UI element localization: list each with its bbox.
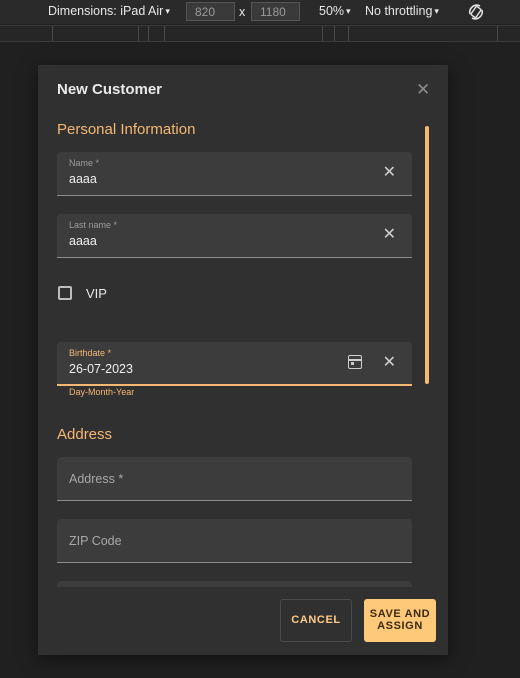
birthdate-hint: Day-Month-Year: [69, 387, 135, 397]
device-dimensions-dropdown[interactable]: Dimensions: iPad Air ▾: [48, 4, 170, 18]
new-customer-dialog: New Customer ✕ Personal Information Name…: [38, 65, 448, 655]
dialog-title: New Customer: [57, 81, 163, 98]
throttling-label: No throttling: [365, 4, 433, 18]
chevron-down-icon: ▾: [346, 6, 351, 16]
calendar-icon[interactable]: [348, 355, 362, 369]
height-input[interactable]: 1180: [251, 2, 300, 21]
name-label: Name *: [69, 158, 100, 168]
birthdate-label: Birthdate *: [69, 348, 112, 358]
scrollbar-thumb[interactable]: [425, 126, 429, 384]
address-placeholder: Address *: [69, 472, 124, 486]
clear-icon[interactable]: ✕: [383, 163, 396, 183]
cancel-button[interactable]: CANCEL: [280, 599, 352, 642]
save-and-assign-button[interactable]: SAVE AND ASSIGN: [364, 599, 436, 642]
save-label-line1: SAVE AND: [369, 608, 431, 620]
dimensions-label: Dimensions: iPad Air: [48, 4, 164, 18]
clear-icon[interactable]: ✕: [383, 225, 396, 245]
address-field[interactable]: Address *: [57, 457, 412, 501]
times-symbol: x: [239, 5, 246, 19]
address-heading: Address: [57, 426, 113, 443]
last-name-value[interactable]: aaaa: [69, 234, 97, 248]
devtools-toolbar: Dimensions: iPad Air ▾ 820 x 1180 50% ▾ No…: [0, 0, 520, 24]
save-label-line2: ASSIGN: [377, 620, 423, 632]
personal-information-heading: Personal Information: [57, 121, 196, 138]
throttling-dropdown[interactable]: No throttling ▾: [365, 4, 439, 18]
name-value[interactable]: aaaa: [69, 172, 97, 186]
chevron-down-icon: ▾: [165, 6, 170, 16]
width-input[interactable]: 820: [186, 2, 235, 21]
rotate-icon[interactable]: [466, 2, 486, 22]
device-ruler: [0, 25, 520, 42]
next-field-partial: [57, 581, 412, 587]
chevron-down-icon: ▾: [434, 6, 439, 16]
zoom-label: 50%: [319, 4, 345, 18]
close-icon[interactable]: ✕: [416, 80, 430, 100]
zip-code-field[interactable]: ZIP Code: [57, 519, 412, 563]
vip-checkbox[interactable]: [58, 286, 72, 300]
birthdate-value[interactable]: 26-07-2023: [69, 362, 133, 376]
birthdate-field[interactable]: Birthdate * 26-07-2023 ✕: [57, 342, 412, 386]
zoom-dropdown[interactable]: 50% ▾: [319, 4, 351, 18]
clear-icon[interactable]: ✕: [383, 353, 396, 373]
name-field[interactable]: Name * aaaa ✕: [57, 152, 412, 196]
vip-label: VIP: [86, 286, 107, 301]
last-name-label: Last name *: [69, 220, 118, 230]
last-name-field[interactable]: Last name * aaaa ✕: [57, 214, 412, 258]
zip-code-placeholder: ZIP Code: [69, 534, 122, 548]
